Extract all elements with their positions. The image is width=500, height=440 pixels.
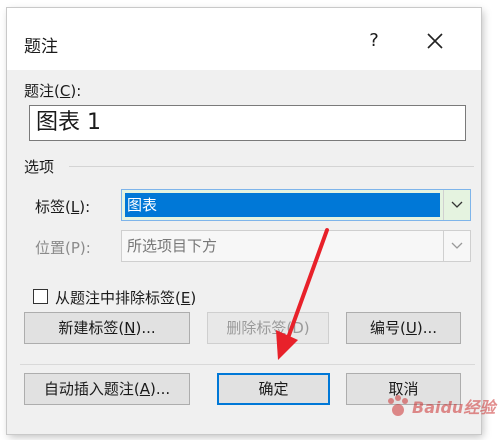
autocaption-button[interactable]: 自动插入题注(A)...	[24, 373, 190, 405]
autocaption-text: 自动插入题注(	[43, 380, 140, 398]
caption-label-suffix: ):	[70, 82, 82, 100]
button-separator	[20, 364, 475, 365]
label-field-text: 标签(	[35, 198, 71, 216]
numbering-button[interactable]: 编号(U)...	[346, 312, 461, 344]
label-select-dropdown[interactable]	[443, 190, 470, 220]
numbering-suffix: )...	[416, 319, 437, 337]
caption-label-key: C	[59, 82, 71, 100]
exclude-label-checkbox[interactable]	[33, 289, 48, 304]
dialog-title: 题注	[24, 37, 58, 57]
numbering-key: U	[405, 319, 417, 337]
label-select-value: 图表	[125, 193, 440, 217]
position-select-value: 所选项目下方	[127, 237, 218, 255]
caption-input[interactable]: 图表 1	[29, 105, 466, 141]
new-label-key: N	[124, 319, 136, 337]
delete-label-button[interactable]: 删除标签(D)	[207, 312, 329, 344]
caption-label: 题注(C):	[24, 80, 81, 101]
autocaption-key: A	[139, 380, 150, 398]
caption-dialog: 题注 ? 题注(C): 图表 1 选项 标签(L): 图表 位置(P): 所选项…	[7, 8, 481, 434]
cancel-button[interactable]: 取消	[346, 373, 461, 405]
position-select-dropdown[interactable]	[443, 231, 470, 261]
position-field-label: 位置(P):	[35, 239, 91, 257]
help-button[interactable]: ?	[359, 28, 389, 54]
exclude-label-text[interactable]: 从题注中排除标签(E)	[55, 287, 196, 308]
label-select[interactable]: 图表	[121, 189, 471, 221]
title-bar: 题注 ?	[7, 8, 481, 70]
group-divider	[69, 166, 474, 167]
close-icon	[427, 33, 443, 49]
options-group-label: 选项	[24, 158, 55, 176]
ok-button[interactable]: 确定	[217, 373, 330, 405]
label-field-key: L	[70, 198, 80, 216]
numbering-text: 编号(	[370, 319, 406, 337]
chevron-down-icon	[451, 201, 463, 208]
position-select[interactable]: 所选项目下方	[121, 230, 471, 262]
exclude-label-key: E	[180, 289, 191, 307]
new-label-button[interactable]: 新建标签(N)...	[24, 312, 190, 344]
exclude-label-suffix: )	[190, 289, 197, 307]
exclude-label-text-main: 从题注中排除标签(	[55, 289, 181, 307]
caption-label-text: 题注(	[24, 82, 60, 100]
label-field-suffix: ):	[79, 198, 91, 216]
new-label-suffix: )...	[135, 319, 156, 337]
new-label-text: 新建标签(	[58, 319, 125, 337]
autocaption-suffix: )...	[149, 380, 171, 398]
chevron-down-icon	[451, 242, 463, 249]
close-button[interactable]	[420, 28, 450, 54]
label-field-label: 标签(L):	[35, 196, 90, 217]
